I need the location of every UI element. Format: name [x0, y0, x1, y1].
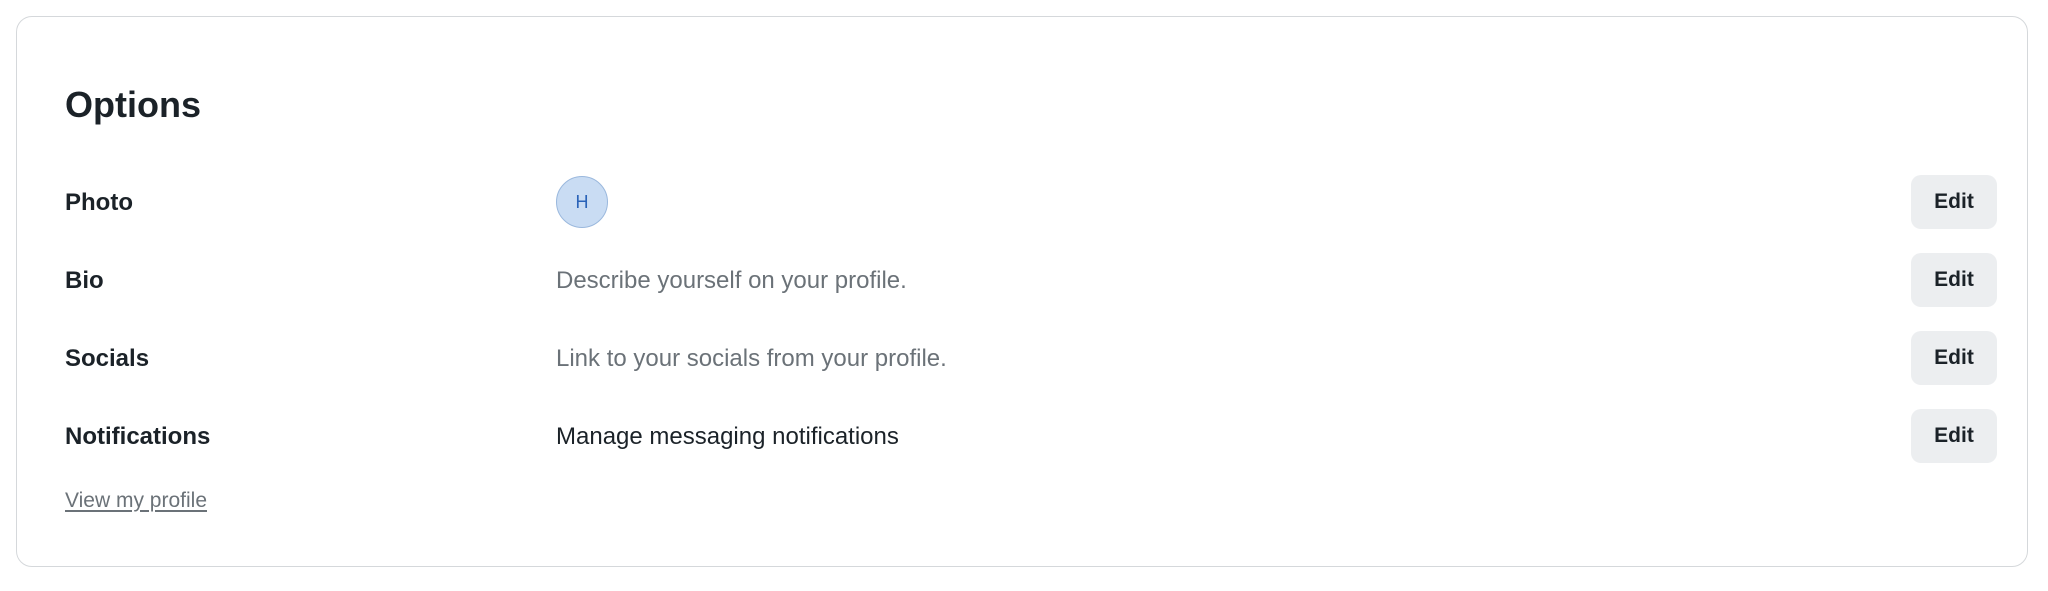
avatar: H: [556, 176, 608, 228]
edit-photo-button[interactable]: Edit: [1911, 175, 1997, 229]
edit-bio-button[interactable]: Edit: [1911, 253, 1997, 307]
page-title: Options: [65, 84, 201, 125]
options-card: Options Photo H Edit Bio Describe yourse…: [16, 16, 2028, 567]
bio-placeholder: Describe yourself on your profile.: [556, 267, 907, 294]
bio-label: Bio: [65, 267, 104, 294]
photo-label: Photo: [65, 189, 133, 216]
bio-row: Bio Describe yourself on your profile. E…: [65, 253, 1997, 309]
notifications-label: Notifications: [65, 423, 211, 450]
socials-row: Socials Link to your socials from your p…: [65, 331, 1997, 387]
socials-label: Socials: [65, 345, 150, 372]
socials-placeholder: Link to your socials from your profile.: [556, 345, 947, 372]
edit-notifications-button[interactable]: Edit: [1911, 409, 1997, 463]
photo-row: Photo H Edit: [65, 175, 1997, 231]
avatar-initial: H: [575, 191, 589, 212]
edit-socials-button[interactable]: Edit: [1911, 331, 1997, 385]
notifications-value: Manage messaging notifications: [556, 423, 899, 450]
view-profile-link[interactable]: View my profile: [65, 489, 207, 513]
notifications-row: Notifications Manage messaging notificat…: [65, 409, 1997, 465]
